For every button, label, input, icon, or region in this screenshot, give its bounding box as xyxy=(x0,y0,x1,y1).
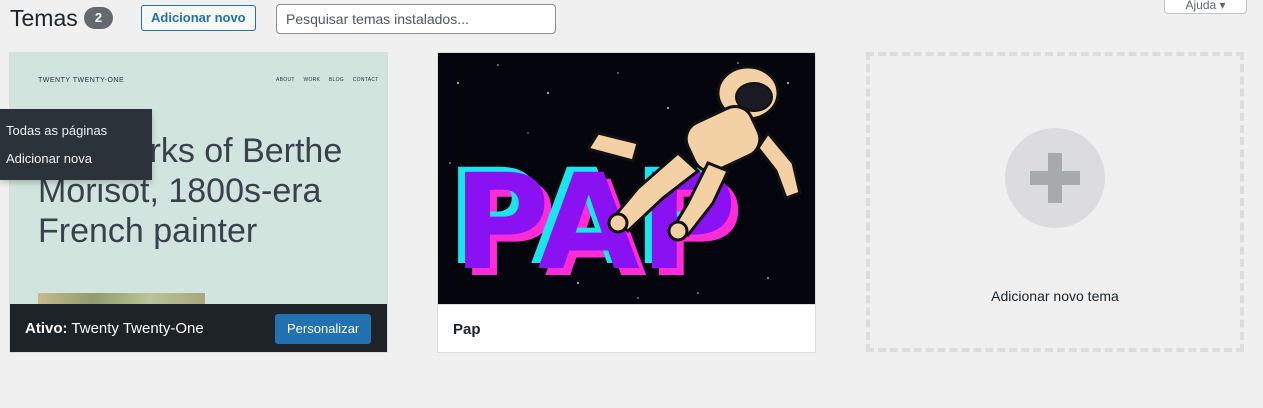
preview-nav-item: BLOG xyxy=(328,77,345,83)
customize-button[interactable]: Personalizar xyxy=(275,314,372,344)
admin-submenu-flyout: Todas as páginas Adicionar nova xyxy=(0,109,152,180)
pap-logo-astronaut-image: PAP PAP PAP xyxy=(446,62,802,304)
preview-nav: ABOUT WORK BLOG CONTACT xyxy=(276,77,386,83)
add-new-theme-card[interactable]: Adicionar novo tema xyxy=(866,52,1244,352)
plus-icon xyxy=(1005,128,1105,228)
preview-site-title: TWENTY TWENTY-ONE xyxy=(38,77,125,84)
add-new-button[interactable]: Adicionar novo xyxy=(141,5,256,31)
help-tab-button[interactable]: Ajuda ▾ xyxy=(1164,0,1247,14)
preview-nav-item: ABOUT xyxy=(276,77,295,83)
page-title: Temas xyxy=(10,5,78,31)
theme-card-pap[interactable]: PAP PAP PAP Pap xyxy=(437,52,816,353)
submenu-item-add-new[interactable]: Adicionar nova xyxy=(6,151,92,166)
theme-name: Pap xyxy=(453,321,481,338)
search-themes-input[interactable] xyxy=(276,4,556,34)
preview-painting-image xyxy=(38,293,205,304)
astronaut-illustration xyxy=(585,65,802,242)
preview-nav-item: WORK xyxy=(303,77,321,83)
active-prefix: Ativo: xyxy=(25,320,68,337)
theme-screenshot[interactable]: PAP PAP PAP xyxy=(438,53,815,304)
add-new-theme-label: Adicionar novo tema xyxy=(991,288,1119,304)
plus-icon-vertical xyxy=(1048,153,1062,203)
theme-name-bar: Pap xyxy=(438,304,815,352)
submenu-item-all-pages[interactable]: Todas as páginas xyxy=(6,123,107,138)
theme-name-bar: Ativo: Twenty Twenty-One Personalizar xyxy=(10,304,387,352)
page-header: Temas 2 Adicionar novo Ajuda ▾ xyxy=(0,0,1263,44)
theme-name: Twenty Twenty-One xyxy=(71,320,204,337)
theme-count-badge: 2 xyxy=(84,7,113,29)
active-theme-label: Ativo: Twenty Twenty-One xyxy=(25,320,204,337)
preview-nav-item: CONTACT xyxy=(352,77,379,83)
theme-card-twenty-twenty-one[interactable]: TWENTY TWENTY-ONE ABOUT WORK BLOG CONTAC… xyxy=(9,52,388,353)
